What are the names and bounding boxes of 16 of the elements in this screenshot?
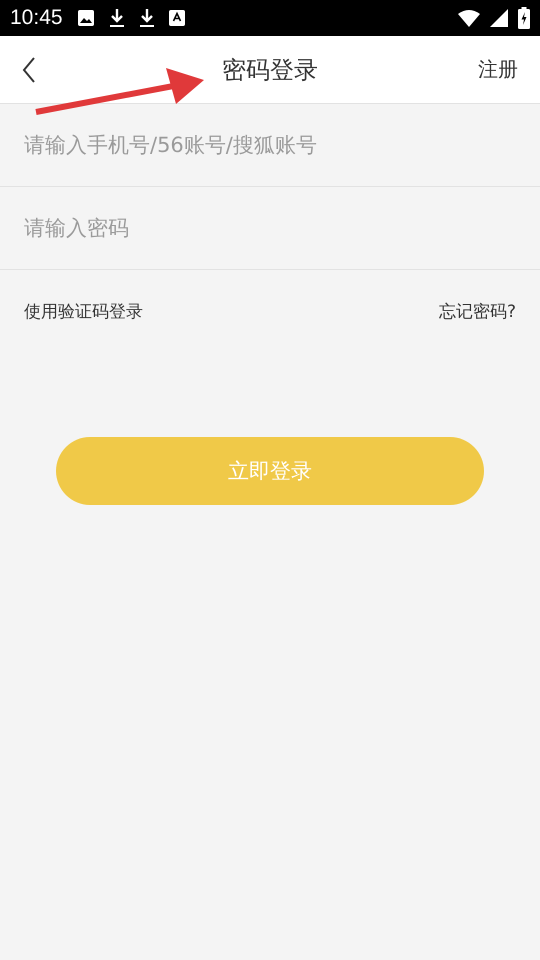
back-button[interactable] bbox=[22, 56, 36, 82]
wifi-icon bbox=[458, 10, 480, 26]
download-icon bbox=[138, 8, 155, 28]
input-field[interactable]: 请输入手机号/56账号/搜狐账号 bbox=[24, 133, 516, 157]
download-icon bbox=[108, 8, 125, 28]
back-icon bbox=[22, 56, 36, 82]
input-field[interactable]: 请输入密码 bbox=[24, 216, 516, 240]
forgot-password-link[interactable]: 忘记密码? bbox=[438, 300, 516, 323]
status-time: 10:45 bbox=[10, 6, 63, 30]
keyboard-icon bbox=[168, 10, 185, 26]
signal-icon bbox=[490, 9, 508, 27]
page-title: 密码登录 bbox=[222, 54, 318, 86]
image-icon bbox=[76, 9, 95, 27]
battery-icon bbox=[518, 7, 530, 29]
sms-login-link[interactable]: 使用验证码登录 bbox=[24, 300, 143, 323]
register-link[interactable]: 注册 bbox=[478, 56, 518, 83]
